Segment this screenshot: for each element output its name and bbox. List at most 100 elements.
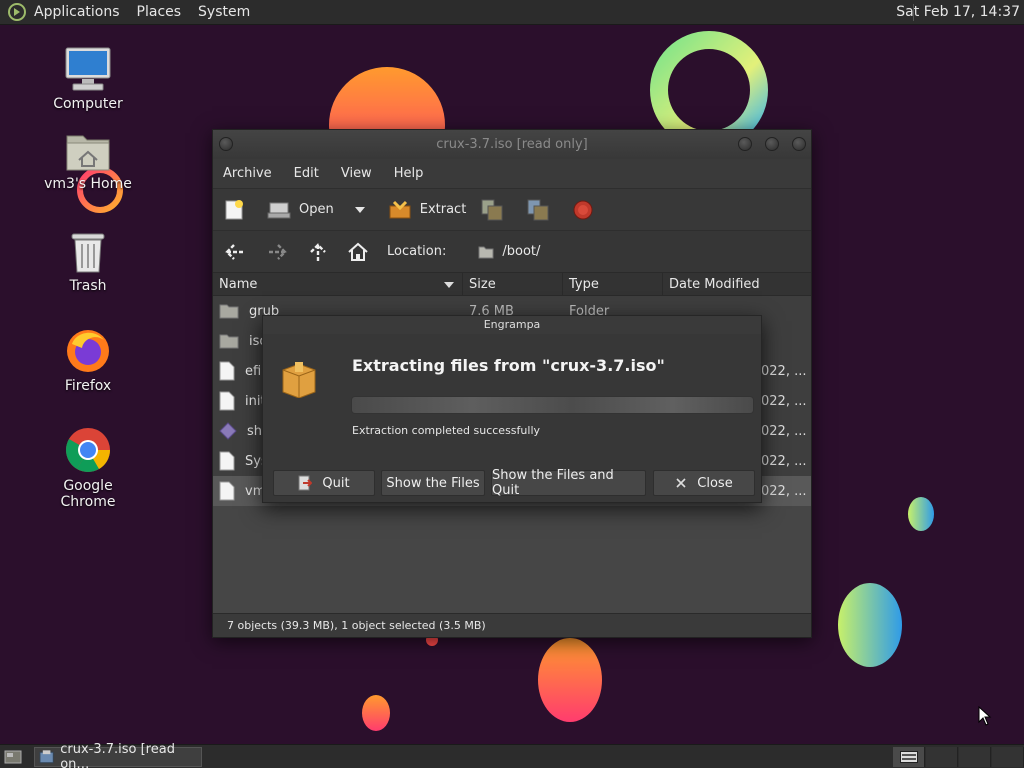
applications-menu[interactable]: Applications bbox=[34, 4, 120, 20]
column-name-label: Name bbox=[219, 277, 258, 292]
mouse-cursor-icon bbox=[978, 706, 992, 726]
column-size[interactable]: Size bbox=[463, 273, 563, 295]
dialog-heading: Extracting files from "crux-3.7.iso" bbox=[352, 356, 665, 375]
window-titlebar[interactable]: crux-3.7.iso [read only] bbox=[213, 130, 811, 159]
window-menu-button[interactable] bbox=[219, 137, 233, 151]
desktop-icon-label: Computer bbox=[53, 96, 123, 112]
places-menu[interactable]: Places bbox=[137, 4, 182, 20]
home-icon[interactable] bbox=[347, 241, 369, 263]
show-desktop-icon[interactable] bbox=[4, 749, 22, 765]
package-icon bbox=[282, 362, 316, 398]
desktop-icon-home[interactable]: vm3's Home bbox=[38, 130, 138, 192]
open-archive-icon bbox=[267, 202, 291, 218]
row-date: 022, ... bbox=[761, 393, 807, 409]
extract-label: Extract bbox=[419, 202, 467, 217]
close-button[interactable]: Close bbox=[653, 470, 755, 496]
toolbar: Open Extract bbox=[213, 188, 811, 230]
trash-icon bbox=[71, 233, 105, 273]
progress-fill bbox=[352, 397, 753, 413]
row-name: efi bbox=[245, 363, 262, 379]
stop-button[interactable] bbox=[572, 199, 602, 221]
desktop-icon-label: Google Chrome bbox=[60, 478, 116, 510]
show-files-and-quit-button[interactable]: Show the Files and Quit bbox=[491, 468, 646, 498]
menu-help[interactable]: Help bbox=[394, 166, 424, 181]
workspace-window-icon bbox=[900, 751, 918, 763]
up-arrow-icon[interactable] bbox=[307, 241, 329, 263]
quit-label: Quit bbox=[322, 475, 350, 491]
show-files-button[interactable]: Show the Files bbox=[381, 470, 485, 496]
desktop-icon-chrome[interactable]: Google Chrome bbox=[38, 426, 138, 510]
dialog-status: Extraction completed successfully bbox=[352, 424, 541, 437]
add-files-button[interactable] bbox=[480, 198, 512, 222]
folder-icon bbox=[219, 334, 239, 349]
close-label: Close bbox=[697, 475, 733, 491]
new-archive-icon bbox=[225, 199, 243, 219]
chevron-down-icon[interactable] bbox=[354, 205, 366, 215]
column-date-modified[interactable]: Date Modified bbox=[663, 273, 811, 295]
add-folder-button[interactable] bbox=[526, 198, 558, 222]
column-name[interactable]: Name bbox=[213, 273, 463, 295]
sort-descending-icon bbox=[444, 282, 454, 288]
taskbar-item-archive[interactable]: crux-3.7.iso [read on… bbox=[34, 742, 202, 768]
desktop-icon-computer[interactable]: Computer bbox=[38, 46, 138, 112]
add-folder-icon bbox=[527, 199, 549, 220]
column-type[interactable]: Type bbox=[563, 273, 663, 295]
new-archive-button[interactable] bbox=[223, 199, 253, 221]
extract-icon bbox=[389, 200, 411, 218]
location-label: Location: bbox=[387, 244, 447, 259]
home-folder-icon bbox=[66, 135, 110, 171]
forward-arrow-icon[interactable] bbox=[265, 242, 289, 262]
bottom-panel: crux-3.7.iso [read on… bbox=[0, 742, 1024, 768]
open-label: Open bbox=[299, 202, 334, 217]
location-field[interactable]: /boot/ bbox=[474, 240, 804, 264]
show-files-label: Show the Files bbox=[386, 475, 480, 491]
close-window-button[interactable] bbox=[792, 137, 806, 151]
back-arrow-icon[interactable] bbox=[223, 242, 247, 262]
chrome-icon bbox=[66, 428, 110, 472]
top-panel: Applications Places System Sat Feb 17, 1… bbox=[0, 0, 1024, 25]
column-type-label: Type bbox=[569, 277, 599, 292]
column-date-label: Date Modified bbox=[669, 277, 760, 292]
row-date: 022, ... bbox=[761, 453, 807, 469]
minimize-button[interactable] bbox=[738, 137, 752, 151]
extraction-progress-bar bbox=[351, 396, 754, 414]
menu-edit[interactable]: Edit bbox=[294, 166, 319, 181]
desktop-icon-trash[interactable]: Trash bbox=[38, 230, 138, 294]
row-date: 022, ... bbox=[761, 483, 807, 499]
column-size-label: Size bbox=[469, 277, 496, 292]
row-date: 022, ... bbox=[761, 363, 807, 379]
menubar: Archive Edit View Help bbox=[213, 159, 811, 188]
open-button[interactable]: Open bbox=[267, 200, 374, 220]
workspace-3[interactable] bbox=[959, 747, 991, 767]
menu-archive[interactable]: Archive bbox=[223, 166, 272, 181]
show-files-and-quit-label: Show the Files and Quit bbox=[492, 468, 614, 498]
desktop-icon-label: Trash bbox=[69, 278, 107, 294]
dialog-title[interactable]: Engrampa bbox=[263, 316, 761, 334]
file-list-header: Name Size Type Date Modified bbox=[213, 272, 811, 296]
folder-icon bbox=[219, 304, 239, 319]
clock[interactable]: Sat Feb 17, 14:37 bbox=[896, 4, 1020, 20]
computer-icon bbox=[65, 47, 111, 91]
script-file-icon bbox=[219, 422, 237, 440]
file-list-empty-area[interactable] bbox=[213, 506, 811, 622]
desktop-icon-label: Firefox bbox=[64, 378, 112, 394]
extract-button[interactable]: Extract bbox=[388, 200, 467, 220]
quit-button[interactable]: Quit bbox=[273, 470, 375, 496]
system-menu[interactable]: System bbox=[198, 4, 250, 20]
menu-view[interactable]: View bbox=[341, 166, 372, 181]
quit-icon bbox=[298, 475, 313, 491]
desktop-icon-firefox[interactable]: Firefox bbox=[38, 326, 138, 394]
file-icon bbox=[219, 451, 235, 471]
workspace-1[interactable] bbox=[893, 747, 925, 767]
task-label: crux-3.7.iso [read on… bbox=[60, 742, 175, 768]
file-icon bbox=[219, 391, 235, 411]
mate-logo-icon[interactable] bbox=[8, 3, 26, 21]
stop-icon bbox=[573, 200, 593, 219]
status-bar: 7 objects (39.3 MB), 1 object selected (… bbox=[213, 613, 811, 637]
workspace-2[interactable] bbox=[926, 747, 958, 767]
location-path: /boot/ bbox=[502, 244, 541, 259]
workspace-4[interactable] bbox=[992, 747, 1024, 767]
location-bar: Location: /boot/ bbox=[213, 230, 811, 272]
maximize-button[interactable] bbox=[765, 137, 779, 151]
desktop-icon-label: vm3's Home bbox=[44, 176, 132, 192]
